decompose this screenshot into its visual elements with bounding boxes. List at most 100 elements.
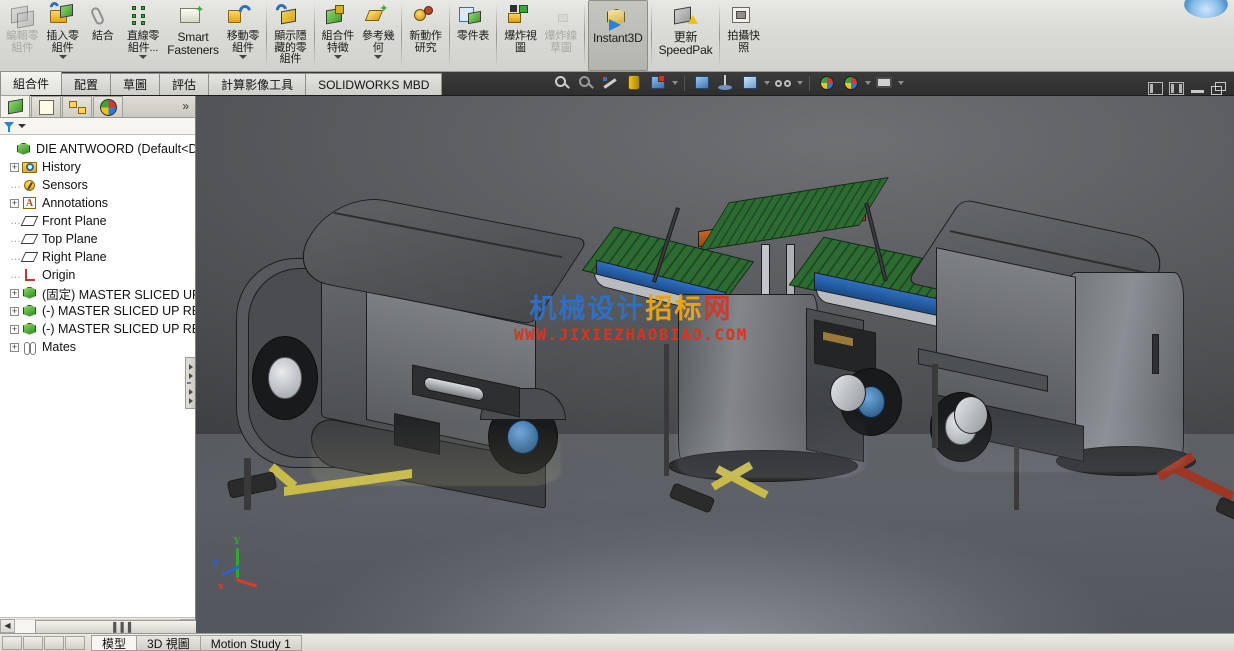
tree-item-master-sliced-up-2[interactable]: + (-) MASTER SLICED UP REN (0, 302, 195, 320)
apply-scene-icon[interactable] (772, 73, 794, 93)
tree-item-front-plane[interactable]: … Front Plane (0, 212, 195, 230)
tab-sketch[interactable]: 草圖 (110, 73, 161, 95)
feature-manager-more-button[interactable]: » (182, 96, 195, 117)
tab-render-tools[interactable]: 計算影像工具 (208, 73, 307, 95)
ribbon-button-exploded-view[interactable]: 爆炸視 圖 (500, 0, 540, 71)
status-button-1[interactable] (2, 635, 22, 650)
chevron-down-icon[interactable] (18, 124, 26, 128)
tree-item-master-sliced-up-3[interactable]: + (-) MASTER SLICED UP REN (0, 320, 195, 338)
restore-down-right-button[interactable] (1169, 82, 1184, 95)
appearances-sphere-icon[interactable] (816, 73, 838, 93)
scene-sphere-icon[interactable] (840, 73, 862, 93)
restore-button[interactable] (1211, 82, 1226, 95)
tree-expander[interactable]: + (10, 306, 19, 316)
ribbon-button-take-snapshot[interactable]: 拍攝快 照 (723, 0, 763, 71)
graphics-viewport[interactable]: 机械设计招标网 WWW.JIXIEZHAOBIAO.COM Y Z x (196, 96, 1234, 644)
part-icon (22, 322, 38, 337)
tab-evaluate[interactable]: 評估 (159, 73, 210, 95)
ribbon-button-update-speedpak[interactable]: 更新 SpeedPak (655, 0, 717, 71)
ribbon-label: 結合 (92, 30, 114, 42)
trailer-model-right[interactable] (906, 194, 1234, 544)
tree-expander[interactable]: + (10, 342, 19, 352)
ribbon-button-explode-line-sketch[interactable]: 爆炸線 草圖 (541, 0, 581, 71)
display-style-icon[interactable] (691, 73, 713, 93)
configuration-manager-tab[interactable] (62, 96, 92, 117)
ribbon-button-bill-of-materials[interactable]: 零件表 (453, 0, 493, 71)
ribbon-button-instant3d[interactable]: Instant3D (588, 0, 648, 71)
tree-item-label: Origin (42, 268, 76, 282)
previous-view-icon[interactable] (599, 73, 621, 93)
ribbon-button-assembly-feature[interactable]: 組合件 特徵 (318, 0, 358, 71)
tree-item-master-sliced-up-1[interactable]: + (固定) MASTER SLICED UP R (0, 284, 195, 302)
chevron-down-icon[interactable] (898, 81, 905, 85)
tab-assembly[interactable]: 組合件 (0, 71, 63, 95)
tree-item-mates[interactable]: + Mates (0, 338, 195, 356)
ribbon-button-new-motion-study[interactable]: 新動作 研究 (405, 0, 445, 71)
trailer-model-left[interactable] (216, 188, 636, 528)
tree-item-sensors[interactable]: … Sensors (0, 176, 195, 194)
tree-item-history[interactable]: + History (0, 158, 195, 176)
ribbon-button-linear-component-pattern[interactable]: 直線零 組件... (123, 0, 163, 71)
tree-item-origin[interactable]: … Origin (0, 266, 195, 284)
ribbon-button-move-component[interactable]: 移動零 組件 (223, 0, 263, 71)
tab-3d-views[interactable]: 3D 視圖 (136, 634, 201, 651)
scrollbar-thumb[interactable]: ▐▐▐ (35, 619, 207, 634)
tree-item-right-plane[interactable]: … Right Plane (0, 248, 195, 266)
ribbon-button-edit-component[interactable]: 編輯零 組件 (2, 0, 42, 71)
status-button-4[interactable] (65, 635, 85, 650)
ribbon-button-smart-fasteners[interactable]: ✦ Smart Fasteners (163, 0, 223, 71)
tab-motion-study-1[interactable]: Motion Study 1 (199, 634, 302, 651)
zoom-to-area-icon[interactable] (575, 73, 597, 93)
chevron-down-icon[interactable] (672, 81, 679, 85)
chevron-down-icon[interactable] (374, 55, 383, 59)
feature-tree-splitter-handle[interactable] (185, 357, 195, 409)
tab-model[interactable]: 模型 (91, 634, 138, 651)
feature-tree[interactable]: DIE ANTWOORD (Default<Dis + History … Se… (0, 135, 195, 617)
view-orientation-icon[interactable] (647, 73, 669, 93)
section-view-icon[interactable] (623, 73, 645, 93)
ribbon-button-show-hidden-components[interactable]: 顯示隱 藏的零 組件 (270, 0, 310, 71)
view-settings-icon[interactable] (873, 73, 895, 93)
ribbon-button-mate[interactable]: 結合 (83, 0, 123, 71)
tree-expander[interactable] (4, 145, 13, 154)
ribbon-label: 參考幾 何 (362, 30, 395, 54)
document-window-buttons (1148, 82, 1234, 95)
display-manager-tab[interactable] (93, 96, 123, 117)
chevron-down-icon[interactable] (238, 55, 247, 59)
chevron-down-icon[interactable] (333, 55, 342, 59)
tree-item-label: (固定) MASTER SLICED UP R (42, 287, 195, 302)
tree-item-top-plane[interactable]: … Top Plane (0, 230, 195, 248)
property-manager-tab[interactable] (31, 96, 61, 117)
feature-manager-design-tree-tab[interactable] (0, 95, 30, 117)
ribbon-button-reference-geometry[interactable]: ✦ 參考幾 何 (358, 0, 398, 71)
chevron-down-icon[interactable] (139, 55, 148, 59)
solidworks-logo-blob (1184, 0, 1228, 18)
scroll-left-arrow-icon[interactable]: ◀ (0, 618, 15, 633)
edit-appearance-icon[interactable] (739, 73, 761, 93)
restore-down-left-button[interactable] (1148, 82, 1163, 95)
chevron-down-icon[interactable] (865, 81, 872, 85)
ribbon-button-insert-component[interactable]: 插入零 組件 (42, 0, 82, 71)
feature-tree-filter-bar[interactable] (0, 118, 195, 135)
tree-expander[interactable]: + (10, 162, 19, 172)
tab-solidworks-mbd[interactable]: SOLIDWORKS MBD (305, 73, 443, 95)
hide-show-items-icon[interactable] (715, 73, 737, 93)
tree-item-die-antwoord[interactable]: DIE ANTWOORD (Default<Dis (0, 140, 195, 158)
tab-configuration[interactable]: 配置 (61, 73, 112, 95)
status-button-3[interactable] (44, 635, 64, 650)
status-button-2[interactable] (23, 635, 43, 650)
tree-item-annotations[interactable]: + A Annotations (0, 194, 195, 212)
zoom-to-fit-icon[interactable] (551, 73, 573, 93)
tree-expander[interactable]: + (10, 198, 19, 208)
tab-label: SOLIDWORKS MBD (318, 78, 430, 92)
chevron-down-icon[interactable] (764, 81, 771, 85)
chevron-down-icon[interactable] (797, 81, 804, 85)
chevron-down-icon[interactable] (58, 55, 67, 59)
minimize-button[interactable] (1190, 82, 1205, 95)
scrollbar-track[interactable]: ▐▐▐ (15, 618, 207, 634)
ribbon-label: 爆炸視 圖 (504, 30, 537, 54)
filter-funnel-icon (4, 121, 15, 132)
tree-expander[interactable]: + (10, 288, 19, 298)
feature-tree-horizontal-scrollbar[interactable]: ◀ ▐▐▐ ▶ (0, 617, 207, 634)
tree-expander[interactable]: + (10, 324, 19, 334)
